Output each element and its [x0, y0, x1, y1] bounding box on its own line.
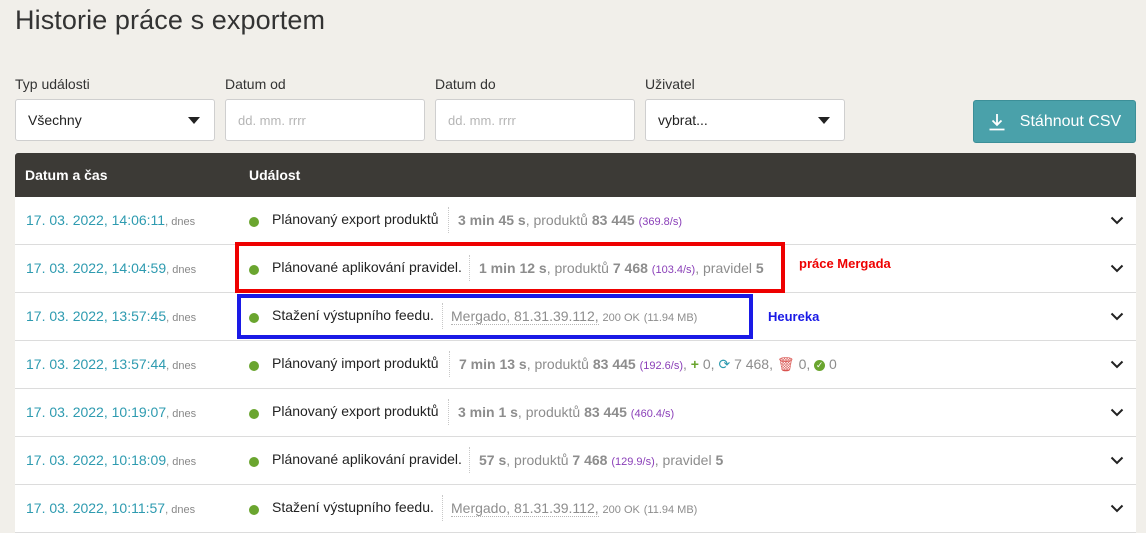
filter-date-from: Datum od dd. mm. rrrr — [225, 76, 425, 141]
status-dot — [249, 409, 259, 419]
row-event: Plánované aplikování pravidel. — [272, 451, 462, 467]
page-title: Historie práce s exportem — [15, 5, 326, 35]
divider — [469, 447, 470, 473]
filter-date-to-label: Datum do — [435, 76, 496, 92]
chevron-down-icon — [818, 117, 830, 124]
row-detail: Mergado, 81.31.39.112, 200 OK (11.94 MB) — [451, 500, 698, 517]
annotation-label-red: práce Mergada — [799, 256, 891, 271]
column-header-datetime[interactable]: Datum a čas — [25, 167, 107, 183]
status-dot — [249, 217, 259, 227]
filter-user: Uživatel vybrat... — [645, 76, 845, 141]
user-value: vybrat... — [658, 112, 708, 128]
row-date[interactable]: 17. 03. 2022, 10:11:57, dnes — [26, 500, 195, 516]
table-header: Datum a čas Událost — [15, 153, 1136, 197]
user-select[interactable]: vybrat... — [645, 99, 845, 141]
divider — [449, 351, 450, 377]
history-table: Datum a čas Událost 17. 03. 2022, 14:06:… — [15, 153, 1136, 533]
table-row[interactable]: 17. 03. 2022, 10:18:09, dnes Plánované a… — [15, 437, 1136, 485]
date-to-placeholder: dd. mm. rrrr — [448, 112, 516, 128]
row-event: Plánovaný import produktů — [272, 355, 439, 371]
row-detail: 7 min 13 s, produktů 83 445 (192.6/s), +… — [459, 356, 837, 372]
filter-user-label: Uživatel — [645, 76, 695, 92]
date-to-input[interactable]: dd. mm. rrrr — [435, 99, 635, 141]
check-icon: ✓ — [814, 360, 826, 371]
annotation-label-blue: Heureka — [768, 309, 820, 324]
trash-icon: 🗑 — [776, 356, 795, 372]
row-date[interactable]: 17. 03. 2022, 14:04:59, dnes — [26, 260, 196, 276]
chevron-down-icon[interactable] — [1110, 405, 1124, 419]
filter-date-from-label: Datum od — [225, 76, 286, 92]
status-dot — [249, 457, 259, 467]
row-detail: 57 s, produktů 7 468 (129.9/s), pravidel… — [479, 452, 724, 468]
download-icon — [989, 113, 1005, 130]
filter-event-type-label: Typ události — [15, 76, 90, 92]
download-csv-button[interactable]: Stáhnout CSV — [973, 100, 1136, 143]
chevron-down-icon[interactable] — [1110, 261, 1124, 275]
event-type-value: Všechny — [28, 112, 82, 128]
divider — [448, 207, 449, 233]
divider — [448, 399, 449, 425]
download-csv-label: Stáhnout CSV — [1019, 112, 1122, 130]
chevron-down-icon[interactable] — [1110, 501, 1124, 515]
annotation-box-blue — [237, 294, 753, 339]
row-detail: 3 min 1 s, produktů 83 445 (460.4/s) — [458, 404, 675, 420]
divider — [442, 495, 443, 521]
chevron-down-icon[interactable] — [1110, 357, 1124, 371]
chevron-down-icon[interactable] — [1110, 213, 1124, 227]
filter-event-type: Typ události Všechny — [15, 76, 215, 141]
status-dot — [249, 505, 259, 515]
row-date[interactable]: 17. 03. 2022, 10:18:09, dnes — [26, 452, 196, 468]
annotation-box-red — [235, 242, 785, 293]
refresh-icon: ⟳ — [718, 356, 731, 372]
event-type-select[interactable]: Všechny — [15, 99, 215, 141]
date-from-placeholder: dd. mm. rrrr — [238, 112, 306, 128]
chevron-down-icon[interactable] — [1110, 309, 1124, 323]
column-header-event[interactable]: Událost — [249, 167, 300, 183]
plus-icon: + — [690, 356, 699, 372]
filter-date-to: Datum do dd. mm. rrrr — [435, 76, 635, 141]
status-dot — [249, 361, 259, 371]
row-date[interactable]: 17. 03. 2022, 14:06:11, dnes — [26, 212, 195, 228]
chevron-down-icon[interactable] — [1110, 453, 1124, 467]
row-event: Plánovaný export produktů — [272, 211, 439, 227]
row-date[interactable]: 17. 03. 2022, 13:57:45, dnes — [26, 308, 196, 324]
chevron-down-icon — [188, 117, 200, 124]
table-row[interactable]: 17. 03. 2022, 14:06:11, dnes Plánovaný e… — [15, 197, 1136, 245]
row-detail: 3 min 45 s, produktů 83 445 (369.8/s) — [458, 212, 682, 228]
date-from-input[interactable]: dd. mm. rrrr — [225, 99, 425, 141]
table-row[interactable]: 17. 03. 2022, 13:57:44, dnes Plánovaný i… — [15, 341, 1136, 389]
row-event: Stažení výstupního feedu. — [272, 499, 434, 515]
table-row[interactable]: 17. 03. 2022, 10:11:57, dnes Stažení výs… — [15, 485, 1136, 533]
table-row[interactable]: 17. 03. 2022, 10:19:07, dnes Plánovaný e… — [15, 389, 1136, 437]
row-date[interactable]: 17. 03. 2022, 10:19:07, dnes — [26, 404, 196, 420]
row-event: Plánovaný export produktů — [272, 403, 439, 419]
row-date[interactable]: 17. 03. 2022, 13:57:44, dnes — [26, 356, 196, 372]
